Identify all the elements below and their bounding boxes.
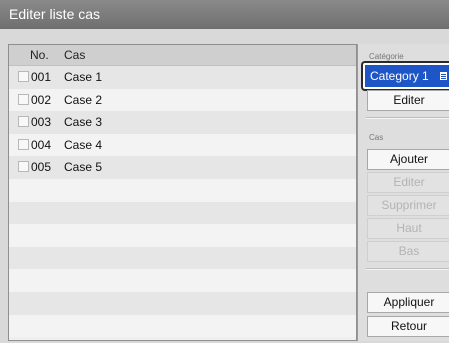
empty-row xyxy=(9,201,356,225)
table-row[interactable]: 003 Case 3 xyxy=(9,111,356,134)
side-panel: Catégorie Category 1 Editer Cas Ajouter … xyxy=(357,44,449,341)
column-header-no: No. xyxy=(30,48,49,62)
table-row[interactable]: 005 Case 5 xyxy=(9,156,356,179)
empty-row xyxy=(9,246,356,270)
window-title: Editer liste cas xyxy=(0,0,449,29)
row-number: 003 xyxy=(31,115,52,130)
row-case-name: Case 4 xyxy=(64,137,103,152)
row-case-name: Case 2 xyxy=(64,92,103,107)
category-value: Category 1 xyxy=(370,69,429,83)
row-number: 004 xyxy=(31,137,52,152)
divider xyxy=(366,268,449,270)
table-header: No. Cas xyxy=(9,45,356,66)
category-section-label: Catégorie xyxy=(369,52,404,61)
row-number: 005 xyxy=(31,160,52,175)
empty-row xyxy=(9,224,356,247)
add-case-button[interactable]: Ajouter xyxy=(367,149,449,170)
row-checkbox[interactable] xyxy=(18,93,29,105)
empty-row xyxy=(9,291,356,315)
row-checkbox[interactable] xyxy=(18,116,29,128)
delete-case-button[interactable]: Supprimer xyxy=(367,195,449,216)
row-number: 001 xyxy=(31,70,52,84)
table-row[interactable]: 002 Case 2 xyxy=(9,88,356,112)
category-select[interactable]: Category 1 xyxy=(361,61,449,91)
divider xyxy=(366,117,449,119)
row-checkbox[interactable] xyxy=(18,71,29,82)
apply-button[interactable]: Appliquer xyxy=(367,292,449,313)
row-case-name: Case 1 xyxy=(64,70,103,84)
empty-row xyxy=(9,178,356,202)
move-up-button[interactable]: Haut xyxy=(367,218,449,239)
row-checkbox[interactable] xyxy=(18,138,29,150)
row-checkbox[interactable] xyxy=(18,161,29,173)
cas-section-label: Cas xyxy=(369,133,384,142)
row-case-name: Case 5 xyxy=(64,160,103,175)
row-case-name: Case 3 xyxy=(64,115,103,130)
table-row[interactable]: 001 Case 1 xyxy=(9,66,356,89)
case-table: No. Cas 001 Case 1 002 Case 2 003 Case 3… xyxy=(8,44,357,341)
list-icon xyxy=(440,72,447,80)
table-rows: 001 Case 1 002 Case 2 003 Case 3 004 Cas… xyxy=(9,66,356,338)
row-number: 002 xyxy=(31,92,52,107)
empty-row xyxy=(9,314,356,338)
table-row[interactable]: 004 Case 4 xyxy=(9,133,356,157)
column-header-cas: Cas xyxy=(64,48,86,62)
edit-category-button[interactable]: Editer xyxy=(367,90,449,111)
move-down-button[interactable]: Bas xyxy=(367,241,449,262)
back-button[interactable]: Retour xyxy=(367,316,449,337)
edit-case-button[interactable]: Editer xyxy=(367,172,449,193)
empty-row xyxy=(9,269,356,292)
